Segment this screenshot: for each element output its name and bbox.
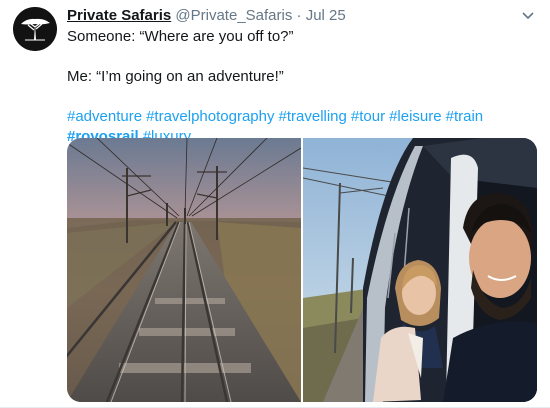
chevron-down-icon xyxy=(522,12,534,20)
separator-dot: · xyxy=(296,7,302,24)
author-handle[interactable]: @Private_Safaris xyxy=(175,7,292,24)
author-name[interactable]: Private Safaris xyxy=(67,7,171,24)
tweet-card[interactable]: Private Safaris @Private_Safaris · Jul 2… xyxy=(0,0,550,408)
hashtag-link[interactable]: #travelphotography xyxy=(146,108,274,125)
tweet-text-line: Me: “I’m going on an adventure!” xyxy=(67,68,284,85)
tweet-menu-button[interactable] xyxy=(521,10,535,22)
tweet-text-line: Someone: “Where are you off to?” xyxy=(67,28,294,45)
train-window-selfie-photo[interactable] xyxy=(303,138,537,402)
acacia-tree-logo-icon xyxy=(13,7,57,51)
railway-tracks-sunset-photo[interactable] xyxy=(67,138,301,402)
hashtag-link[interactable]: #travelling xyxy=(279,108,347,125)
tweet-date[interactable]: Jul 25 xyxy=(306,7,346,24)
avatar[interactable] xyxy=(13,7,57,51)
tweet-text: Someone: “Where are you off to?” Me: “I’… xyxy=(67,27,537,147)
hashtag-link[interactable]: #leisure xyxy=(389,108,442,125)
hashtag-link[interactable]: #train xyxy=(446,108,484,125)
hashtag-line: #adventure #travelphotography #travelling #… xyxy=(67,107,537,127)
hashtag-link[interactable]: #adventure xyxy=(67,108,142,125)
hashtag-link[interactable]: #tour xyxy=(351,108,385,125)
media-grid xyxy=(67,138,537,402)
tweet-header: Private Safaris @Private_Safaris · Jul 2… xyxy=(67,6,346,26)
